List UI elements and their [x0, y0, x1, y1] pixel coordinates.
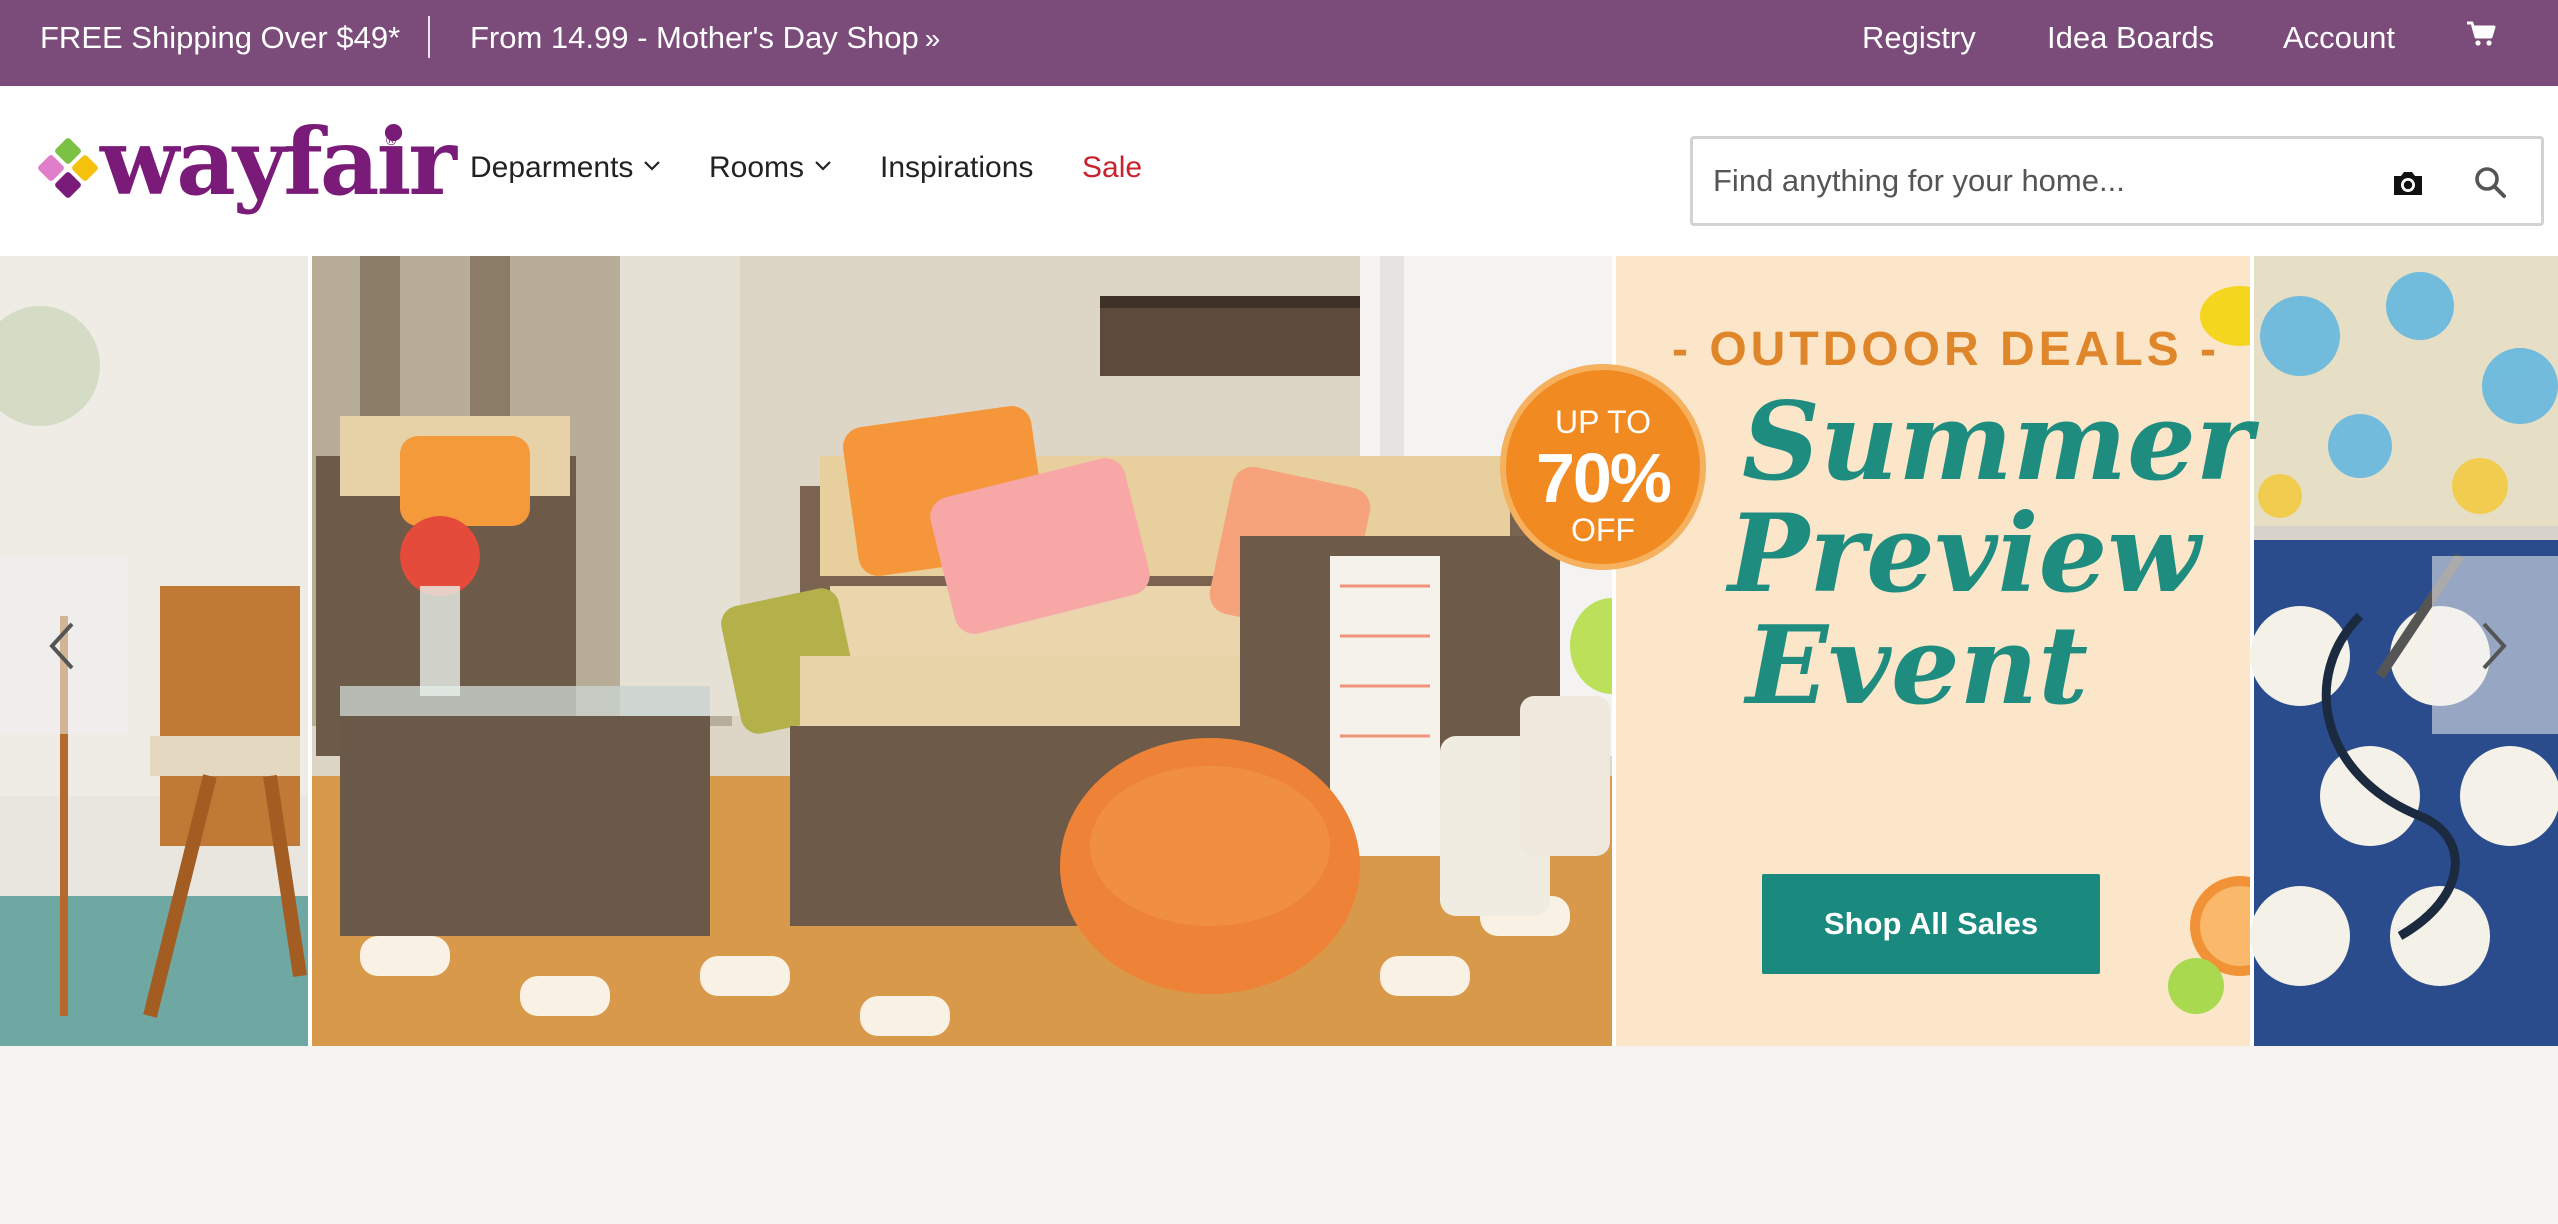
double-chevron-right-icon: »: [924, 23, 941, 54]
cart-icon[interactable]: [2466, 0, 2496, 86]
chevron-right-icon: [2482, 622, 2507, 670]
search-input[interactable]: [1713, 153, 2353, 209]
logo-mark-icon: [38, 138, 98, 198]
discount-badge: UP TO 70% OFF: [1500, 364, 1706, 570]
idea-boards-link[interactable]: Idea Boards: [2047, 0, 2214, 86]
account-link[interactable]: Account: [2283, 0, 2395, 86]
badge-off: OFF: [1571, 512, 1635, 548]
site-header: wayfair ® Deparments Rooms Inspirations …: [0, 86, 2558, 256]
chevron-left-icon: [49, 622, 74, 670]
carousel-next-button[interactable]: [2432, 556, 2558, 734]
registry-link[interactable]: Registry: [1862, 0, 1976, 86]
nav-rooms-label: Rooms: [709, 151, 805, 184]
chevron-down-icon: [644, 161, 661, 171]
mothers-day-label: From 14.99 - Mother's Day Shop: [470, 20, 919, 55]
search-icon[interactable]: [2471, 163, 2509, 201]
title-line-summer: Summer: [1742, 379, 2253, 505]
promo-divider: [428, 16, 430, 58]
shop-all-sales-button[interactable]: Shop All Sales: [1762, 874, 2100, 974]
nav-rooms[interactable]: Rooms: [709, 86, 832, 256]
badge-percent: 70%: [1535, 439, 1672, 517]
camera-icon[interactable]: [2390, 165, 2426, 201]
search-bar: [1690, 136, 2544, 226]
title-line-event: Event: [1745, 603, 2089, 729]
outdoor-deals-heading: - OUTDOOR DEALS -: [1672, 323, 2220, 376]
carousel-prev-button[interactable]: [0, 556, 128, 734]
badge-up-to: UP TO: [1554, 404, 1652, 440]
logo-wordmark: wayfair: [100, 108, 457, 216]
nav-inspirations[interactable]: Inspirations: [880, 86, 1033, 256]
nav-sale[interactable]: Sale: [1082, 86, 1142, 256]
nav-departments[interactable]: Deparments: [470, 86, 661, 256]
registered-mark: ®: [386, 132, 397, 148]
free-shipping-link[interactable]: FREE Shipping Over $49*: [40, 0, 400, 86]
mothers-day-link[interactable]: From 14.99 - Mother's Day Shop»: [470, 0, 940, 86]
hero-carousel: UP TO 70% OFF - OUTDOOR DEALS - Summer P…: [0, 256, 2558, 1046]
wayfair-logo[interactable]: wayfair ®: [38, 108, 457, 216]
top-promo-bar: FREE Shipping Over $49* From 14.99 - Mot…: [0, 0, 2558, 86]
chevron-down-icon: [815, 161, 831, 171]
title-line-preview: Preview: [1728, 491, 2201, 617]
nav-departments-label: Deparments: [470, 151, 634, 184]
summer-preview-title: Summer Preview Event: [1728, 386, 2253, 722]
